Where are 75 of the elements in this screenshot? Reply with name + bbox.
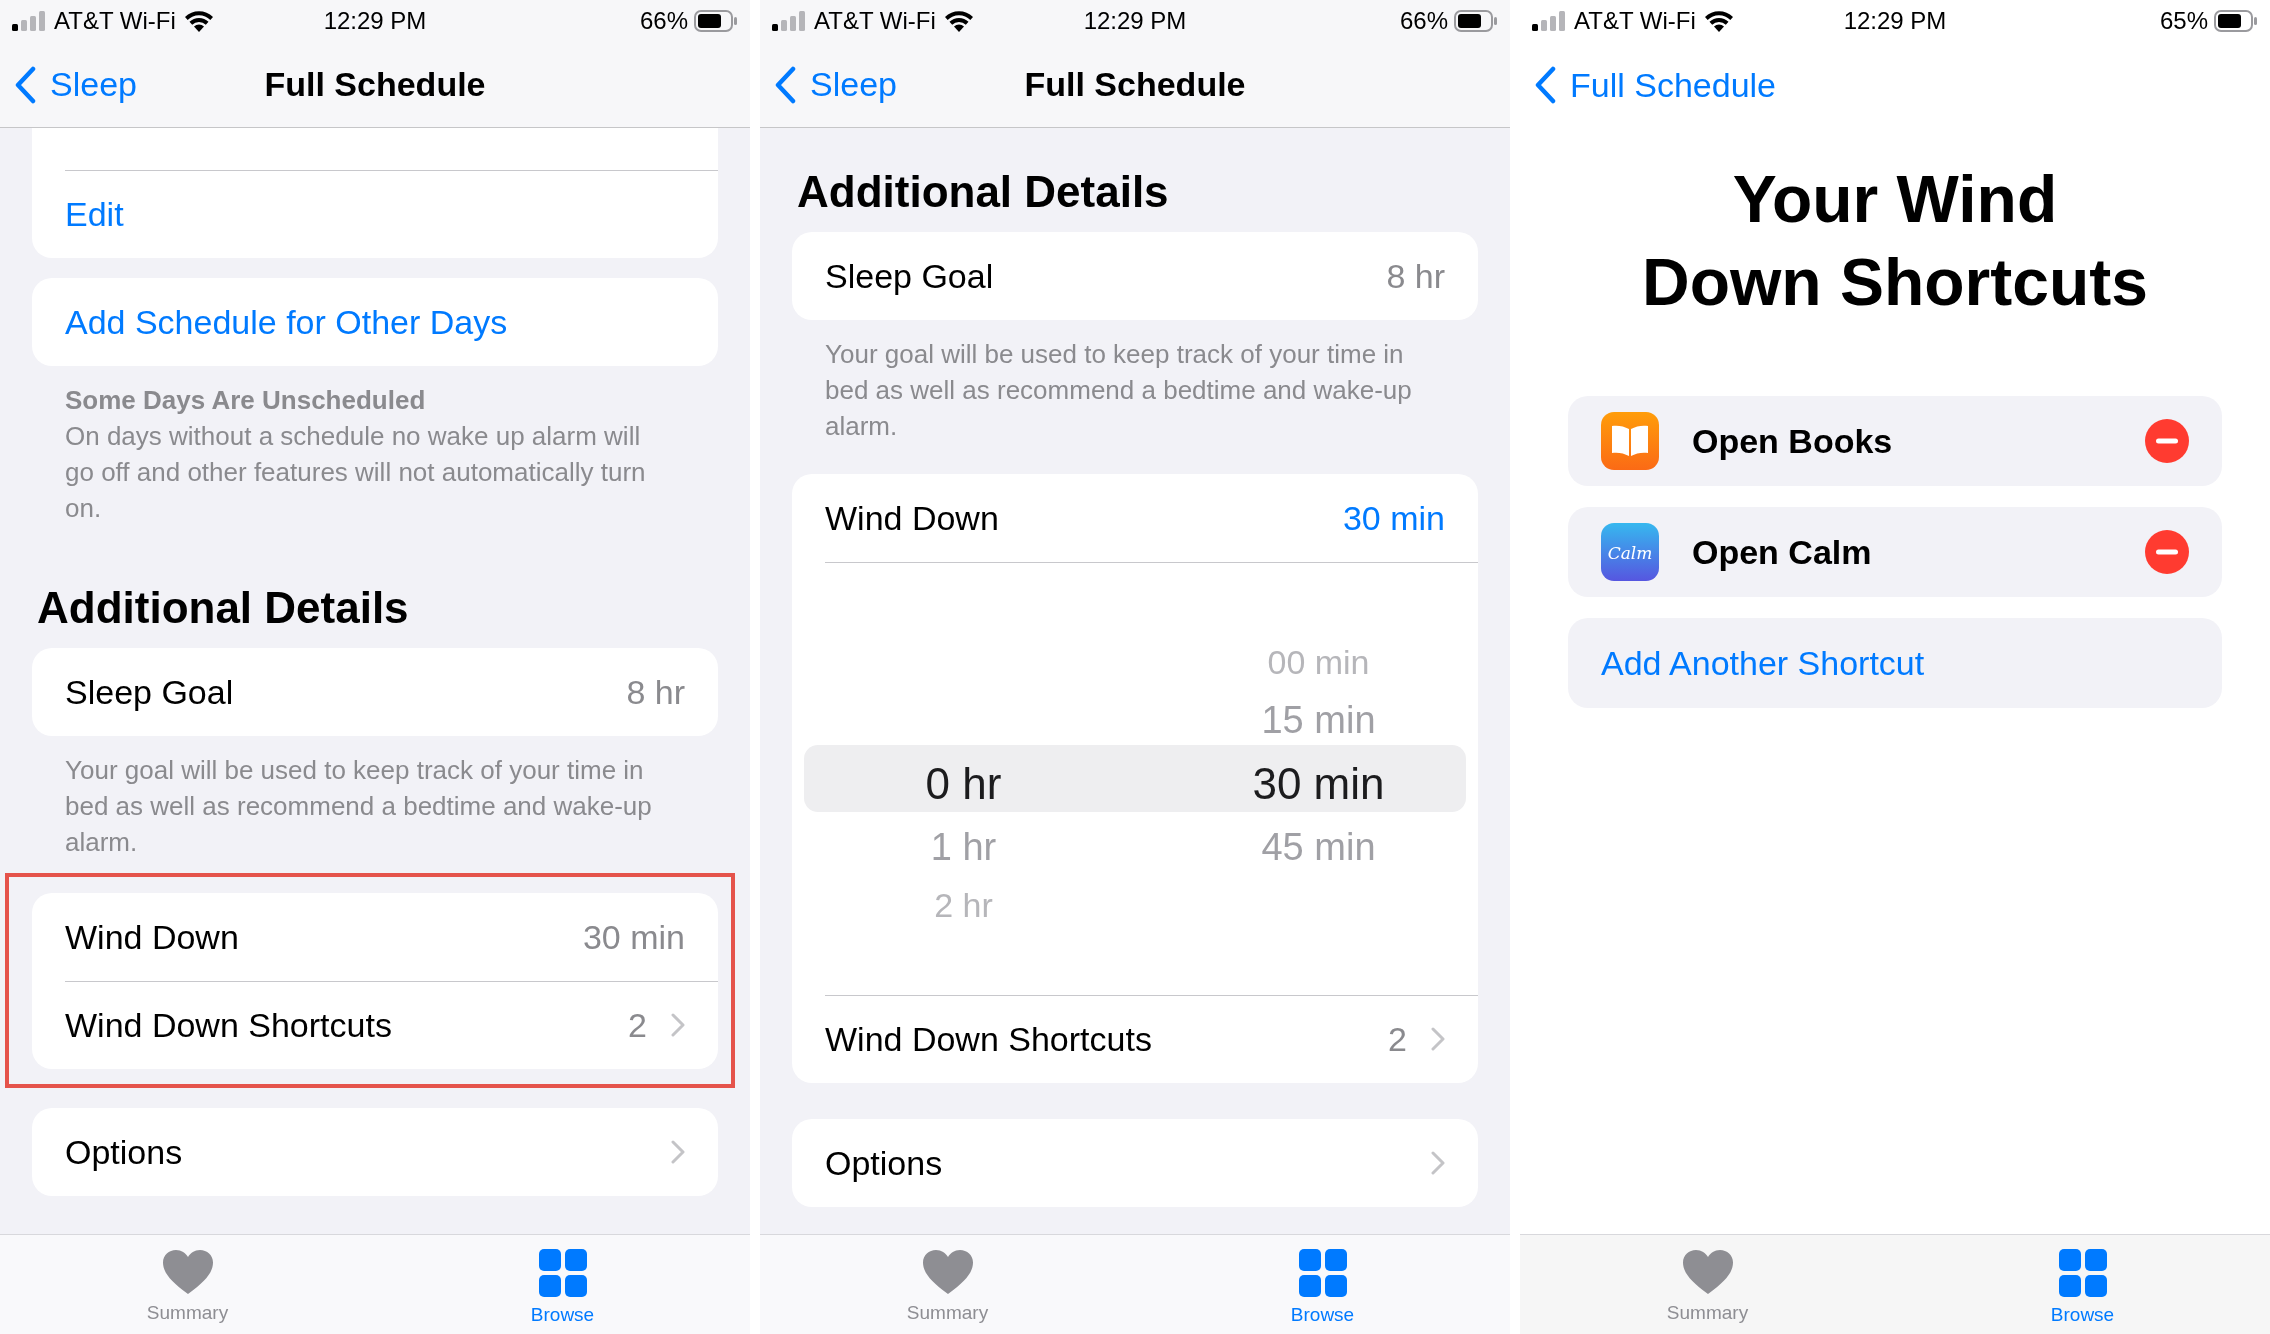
picker-option[interactable]: 2 hr — [934, 888, 993, 922]
clock-time: 12:29 PM — [323, 6, 427, 36]
grid-icon[interactable] — [2058, 1249, 2107, 1297]
shortcut-name: Open Books — [1692, 420, 1893, 462]
heart-icon[interactable] — [921, 1249, 974, 1295]
picker-option[interactable]: 45 min — [1261, 828, 1376, 866]
signal-icon — [1532, 11, 1566, 31]
picker-option[interactable]: 00 min — [1267, 645, 1370, 679]
row-label[interactable]: Options — [825, 1137, 943, 1189]
tab-button[interactable]: Summary — [760, 1235, 1135, 1334]
link-text[interactable]: Edit — [65, 188, 124, 240]
calm-app-icon: Calm — [1601, 523, 1659, 581]
carrier-name: AT&T Wi-Fi — [814, 6, 936, 36]
battery-percent: 66% — [639, 6, 688, 36]
row-label: Wind Down — [825, 497, 999, 539]
row-label[interactable]: Wind Down Shortcuts — [825, 1013, 1152, 1065]
row-value: 8 hr — [626, 671, 685, 713]
back-chevron-icon[interactable] — [774, 65, 796, 104]
picker-option[interactable]: 30 min — [1252, 761, 1385, 806]
signal-icon — [12, 11, 46, 31]
back-button[interactable]: Sleep — [774, 59, 897, 110]
row-value: 2 — [1388, 1018, 1407, 1060]
row-label[interactable]: Wind Down Shortcuts — [65, 999, 392, 1051]
row-label[interactable]: Options — [65, 1126, 183, 1178]
shortcut-name: Open Calm — [1692, 531, 1872, 573]
back-button[interactable]: Sleep — [14, 59, 137, 110]
tab-button[interactable]: Summary — [1520, 1235, 1895, 1334]
picker-option[interactable]: 1 hr — [930, 828, 997, 866]
carrier-name: AT&T Wi-Fi — [1574, 6, 1696, 36]
row-label: Sleep Goal — [65, 671, 234, 713]
book-app-icon — [1601, 412, 1659, 470]
link-text[interactable]: Add Schedule for Other Days — [65, 296, 508, 348]
footer-title: Some Days Are Unscheduled — [65, 384, 427, 417]
footer-text: Your goal will be used to keep track of your time in bed as well as recommend a bedtime and wake-up alarm. — [65, 754, 653, 859]
heart-icon[interactable] — [161, 1249, 214, 1295]
picker-option[interactable]: 0 hr — [925, 761, 1002, 806]
wifi-icon — [1703, 10, 1734, 32]
battery-icon — [2214, 10, 2258, 32]
clock-time: 12:29 PM — [1083, 6, 1187, 36]
screen-title: Full Schedule — [1024, 64, 1246, 105]
tab-button[interactable]: Summary — [0, 1235, 375, 1334]
tab-button[interactable]: Browse — [1135, 1235, 1510, 1334]
grid-icon[interactable] — [538, 1249, 587, 1297]
row-label: Wind Down — [65, 916, 239, 958]
tab-button[interactable]: Browse — [375, 1235, 750, 1334]
row-label: Sleep Goal — [825, 255, 994, 297]
remove-icon[interactable] — [2145, 530, 2189, 574]
wifi-icon — [943, 10, 974, 32]
section-header: Additional Details — [797, 166, 1170, 218]
battery-percent: 65% — [2159, 6, 2208, 36]
battery-icon — [694, 10, 738, 32]
wifi-icon — [183, 10, 214, 32]
grid-icon[interactable] — [1298, 1249, 1347, 1297]
page-title: Your Wind Down Shortcuts — [1641, 161, 2149, 321]
row-value[interactable]: 30 min — [1342, 492, 1445, 544]
row-value: 30 min — [582, 916, 685, 958]
footer-text: Your goal will be used to keep track of your time in bed as well as recommend a bedtime and wake-up alarm. — [825, 338, 1413, 443]
back-chevron-icon[interactable] — [14, 65, 36, 104]
back-button[interactable]: Full Schedule — [1534, 59, 1776, 111]
back-chevron-icon[interactable] — [1534, 66, 1556, 104]
remove-icon[interactable] — [2145, 419, 2189, 463]
screen-title: Full Schedule — [264, 64, 486, 105]
carrier-name: AT&T Wi-Fi — [54, 6, 176, 36]
battery-icon — [1454, 10, 1498, 32]
link-text[interactable]: Add Another Shortcut — [1601, 637, 1925, 689]
heart-icon[interactable] — [1681, 1249, 1734, 1295]
clock-time: 12:29 PM — [1843, 6, 1947, 36]
signal-icon — [772, 11, 806, 31]
tab-button[interactable]: Browse — [1895, 1235, 2270, 1334]
row-value: 2 — [628, 1004, 647, 1046]
footer-text: On days without a schedule no wake up alarm will go off and other features will not automatically turn on. — [65, 420, 647, 525]
section-header: Additional Details — [37, 582, 410, 634]
picker-option[interactable]: 15 min — [1261, 701, 1376, 739]
battery-percent: 66% — [1399, 6, 1448, 36]
row-value: 8 hr — [1386, 255, 1445, 297]
